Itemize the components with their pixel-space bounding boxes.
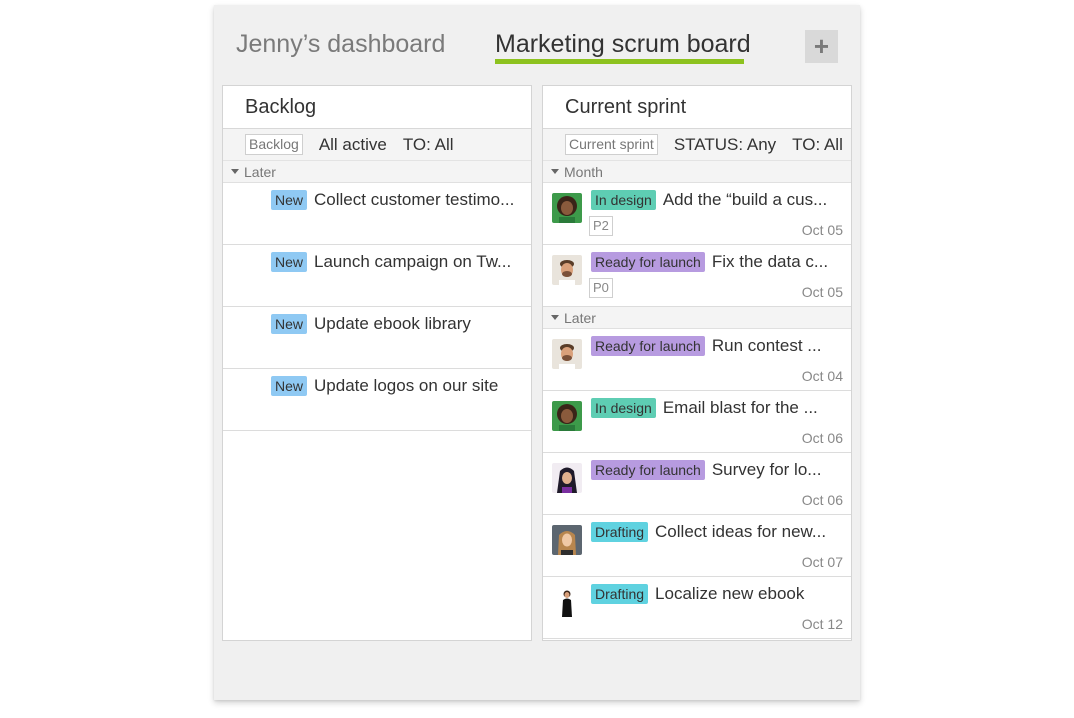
status-badge: Drafting bbox=[591, 522, 649, 542]
sprint-assignee-filter[interactable]: TO: All bbox=[792, 135, 843, 155]
sprint-group-later[interactable]: Later bbox=[543, 307, 851, 329]
status-badge: In design bbox=[591, 190, 656, 210]
task-row[interactable]: New Collect customer testimo... bbox=[223, 183, 531, 245]
avatar bbox=[552, 587, 582, 617]
group-label: Month bbox=[564, 163, 603, 180]
task-row[interactable]: New Update ebook library bbox=[223, 307, 531, 369]
backlog-column: Backlog Backlog All active TO: All Later… bbox=[222, 85, 532, 641]
status-badge: Ready for launch bbox=[591, 336, 705, 356]
group-label: Later bbox=[564, 309, 596, 326]
status-badge: Ready for launch bbox=[591, 460, 705, 480]
task-title: Email blast for the ... bbox=[662, 398, 818, 417]
tab-bar: Jenny’s dashboard Marketing scrum board … bbox=[214, 5, 860, 85]
avatar bbox=[552, 463, 582, 493]
caret-down-icon bbox=[551, 315, 559, 320]
backlog-assignee-filter[interactable]: TO: All bbox=[403, 135, 454, 155]
status-badge: New bbox=[271, 314, 308, 334]
add-tab-button[interactable]: + bbox=[805, 30, 838, 63]
backlog-filter-bar: Backlog All active TO: All bbox=[223, 129, 531, 161]
task-row[interactable]: New Update logos on our site bbox=[223, 369, 531, 431]
status-badge: New bbox=[271, 376, 308, 396]
sprint-title: Current sprint bbox=[543, 86, 851, 129]
sprint-filter-bar: Current sprint STATUS: Any TO: All bbox=[543, 129, 851, 161]
task-row[interactable]: Ready for launch Run contest ... Oct 04 bbox=[543, 329, 851, 391]
task-date: Oct 06 bbox=[801, 492, 843, 508]
task-row[interactable]: In design Email blast for the ... Oct 06 bbox=[543, 391, 851, 453]
backlog-group-later[interactable]: Later bbox=[223, 161, 531, 183]
task-row[interactable]: Ready for launch Fix the data c... P0 Oc… bbox=[543, 245, 851, 307]
active-tab-indicator bbox=[495, 59, 744, 64]
task-title: Fix the data c... bbox=[711, 252, 829, 271]
sprint-filter-chip[interactable]: Current sprint bbox=[565, 134, 658, 155]
task-title: Launch campaign on Tw... bbox=[314, 252, 512, 271]
status-badge: New bbox=[271, 252, 308, 272]
task-date: Oct 12 bbox=[801, 616, 843, 632]
tab-marketing-scrum-board[interactable]: Marketing scrum board bbox=[495, 29, 751, 59]
status-badge: Drafting bbox=[591, 584, 649, 604]
status-badge: New bbox=[271, 190, 308, 210]
task-title: Run contest ... bbox=[711, 336, 822, 355]
backlog-status-filter[interactable]: All active bbox=[319, 135, 387, 155]
task-date: Oct 04 bbox=[801, 368, 843, 384]
sprint-group-month[interactable]: Month bbox=[543, 161, 851, 183]
group-label: Later bbox=[244, 163, 276, 180]
task-row[interactable]: New Launch campaign on Tw... bbox=[223, 245, 531, 307]
status-badge: Ready for launch bbox=[591, 252, 705, 272]
sprint-status-filter[interactable]: STATUS: Any bbox=[674, 135, 776, 155]
backlog-title: Backlog bbox=[223, 86, 531, 129]
dashboard-panel: Jenny’s dashboard Marketing scrum board … bbox=[214, 5, 860, 700]
avatar bbox=[552, 339, 582, 369]
priority-tag: P0 bbox=[589, 278, 613, 298]
avatar bbox=[552, 525, 582, 555]
task-row[interactable]: Ready for launch Survey for lo... Oct 06 bbox=[543, 453, 851, 515]
avatar bbox=[552, 193, 582, 223]
task-date: Oct 05 bbox=[801, 222, 843, 238]
backlog-filter-chip[interactable]: Backlog bbox=[245, 134, 303, 155]
avatar bbox=[552, 255, 582, 285]
caret-down-icon bbox=[231, 169, 239, 174]
task-title: Collect ideas for new... bbox=[655, 522, 827, 541]
caret-down-icon bbox=[551, 169, 559, 174]
task-row[interactable]: Drafting Collect ideas for new... Oct 07 bbox=[543, 515, 851, 577]
task-title: Update ebook library bbox=[314, 314, 471, 333]
task-date: Oct 06 bbox=[801, 430, 843, 446]
task-title: Update logos on our site bbox=[314, 376, 499, 395]
current-sprint-column: Current sprint Current sprint STATUS: An… bbox=[542, 85, 852, 641]
status-badge: In design bbox=[591, 398, 656, 418]
avatar bbox=[552, 401, 582, 431]
task-date: Oct 05 bbox=[801, 284, 843, 300]
task-title: Localize new ebook bbox=[655, 584, 805, 603]
task-title: Collect customer testimo... bbox=[314, 190, 515, 209]
task-row[interactable]: In design Add the “build a cus... P2 Oct… bbox=[543, 183, 851, 245]
priority-tag: P2 bbox=[589, 216, 613, 236]
task-title: Survey for lo... bbox=[711, 460, 822, 479]
task-date: Oct 07 bbox=[801, 554, 843, 570]
task-row[interactable]: Drafting Localize new ebook Oct 12 bbox=[543, 577, 851, 639]
tab-jennys-dashboard[interactable]: Jenny’s dashboard bbox=[236, 29, 445, 59]
task-title: Add the “build a cus... bbox=[662, 190, 828, 209]
